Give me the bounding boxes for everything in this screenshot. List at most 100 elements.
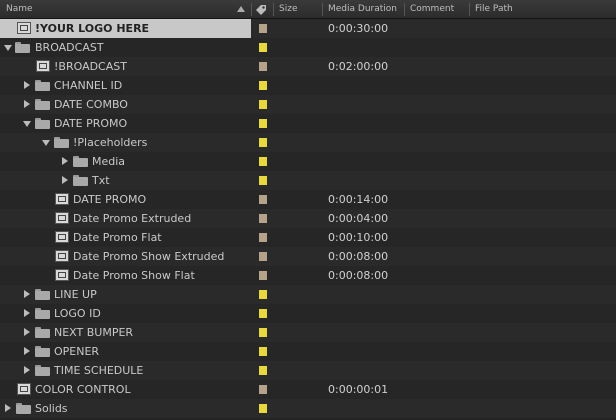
item-name: !BROADCAST — [54, 60, 127, 73]
label-color-swatch[interactable] — [259, 157, 267, 166]
project-item-broadcast-comp[interactable]: !BROADCAST 0:02:00:00 — [0, 57, 616, 76]
project-item-broadcast-folder[interactable]: BROADCAST — [0, 38, 616, 57]
column-divider[interactable] — [322, 3, 323, 16]
label-color-swatch[interactable] — [259, 271, 267, 280]
project-item-logo-id-folder[interactable]: LOGO ID — [0, 304, 616, 323]
folder-icon — [35, 289, 50, 300]
composition-icon — [36, 60, 50, 72]
label-tag-icon[interactable] — [255, 4, 267, 16]
folder-icon — [16, 403, 31, 414]
project-item-date-promo-show-extruded[interactable]: Date Promo Show Extruded 0:00:08:00 — [0, 247, 616, 266]
label-color-swatch[interactable] — [259, 43, 267, 52]
project-item-color-control-comp[interactable]: COLOR CONTROL 0:00:00:01 — [0, 380, 616, 399]
label-color-swatch[interactable] — [259, 119, 267, 128]
label-color-swatch[interactable] — [259, 233, 267, 242]
label-color-swatch[interactable] — [259, 62, 267, 71]
label-color-swatch[interactable] — [259, 138, 267, 147]
label-color-swatch[interactable] — [259, 195, 267, 204]
label-color-swatch[interactable] — [259, 252, 267, 261]
label-color-swatch[interactable] — [259, 347, 267, 356]
project-item-date-promo-flat[interactable]: Date Promo Flat 0:00:10:00 — [0, 228, 616, 247]
expand-triangle-icon[interactable] — [5, 404, 11, 412]
project-item-date-promo-extruded[interactable]: Date Promo Extruded 0:00:04:00 — [0, 209, 616, 228]
column-divider[interactable] — [469, 3, 470, 16]
project-item-date-promo-comp[interactable]: DATE PROMO 0:00:14:00 — [0, 190, 616, 209]
project-item-line-up-folder[interactable]: LINE UP — [0, 285, 616, 304]
project-item-your-logo-here[interactable]: !YOUR LOGO HERE 0:00:30:00 — [0, 19, 616, 38]
project-item-next-bumper-folder[interactable]: NEXT BUMPER — [0, 323, 616, 342]
composition-icon — [55, 212, 69, 224]
item-name: COLOR CONTROL — [35, 383, 131, 396]
column-size[interactable]: Size — [279, 0, 319, 19]
folder-icon — [35, 346, 50, 357]
folder-icon — [35, 327, 50, 338]
folder-icon — [35, 80, 50, 91]
label-color-swatch[interactable] — [259, 290, 267, 299]
project-item-txt-folder[interactable]: Txt — [0, 171, 616, 190]
project-item-date-promo-show-flat[interactable]: Date Promo Show Flat 0:00:08:00 — [0, 266, 616, 285]
label-color-swatch[interactable] — [259, 385, 267, 394]
item-name: DATE PROMO — [54, 117, 128, 130]
folder-icon — [73, 156, 88, 167]
expand-triangle-icon[interactable] — [24, 328, 30, 336]
label-color-swatch[interactable] — [259, 309, 267, 318]
item-name: Txt — [92, 174, 110, 187]
item-name: LINE UP — [54, 288, 97, 301]
project-item-solids-folder[interactable]: Solids — [0, 399, 616, 418]
composition-icon — [55, 231, 69, 243]
column-media-duration[interactable]: Media Duration — [328, 0, 403, 19]
item-name: CHANNEL ID — [54, 79, 123, 92]
composition-icon — [55, 193, 69, 205]
expand-triangle-icon[interactable] — [24, 100, 30, 108]
folder-icon — [35, 308, 50, 319]
label-color-swatch[interactable] — [259, 328, 267, 337]
label-color-swatch[interactable] — [259, 100, 267, 109]
project-item-date-combo-folder[interactable]: DATE COMBO — [0, 95, 616, 114]
expand-triangle-icon[interactable] — [24, 366, 30, 374]
folder-icon — [35, 99, 50, 110]
expand-triangle-icon[interactable] — [42, 140, 50, 146]
item-name: BROADCAST — [35, 41, 104, 54]
media-duration: 0:00:30:00 — [328, 22, 389, 35]
composition-icon — [17, 383, 31, 395]
label-color-swatch[interactable] — [259, 404, 267, 413]
item-name: DATE COMBO — [54, 98, 128, 111]
composition-icon — [55, 250, 69, 262]
project-item-opener-folder[interactable]: OPENER — [0, 342, 616, 361]
column-file-path[interactable]: File Path — [475, 0, 555, 19]
column-divider[interactable] — [251, 3, 252, 16]
expand-triangle-icon[interactable] — [23, 121, 31, 127]
expand-triangle-icon[interactable] — [4, 45, 12, 51]
label-color-swatch[interactable] — [259, 176, 267, 185]
column-name[interactable]: Name — [6, 0, 226, 19]
sort-ascending-icon[interactable] — [237, 6, 245, 12]
item-name: Media — [92, 155, 126, 168]
project-item-channel-id-folder[interactable]: CHANNEL ID — [0, 76, 616, 95]
project-item-media-folder[interactable]: Media — [0, 152, 616, 171]
project-item-time-schedule-folder[interactable]: TIME SCHEDULE — [0, 361, 616, 380]
column-header: Name Size Media Duration Comment File Pa… — [0, 0, 616, 19]
expand-triangle-icon[interactable] — [24, 347, 30, 355]
item-name: Date Promo Show Extruded — [73, 250, 225, 263]
label-color-swatch[interactable] — [259, 24, 267, 33]
expand-triangle-icon[interactable] — [24, 81, 30, 89]
media-duration: 0:00:14:00 — [328, 193, 389, 206]
folder-icon — [35, 365, 50, 376]
label-color-swatch[interactable] — [259, 214, 267, 223]
expand-triangle-icon[interactable] — [24, 290, 30, 298]
column-divider[interactable] — [404, 3, 405, 16]
project-item-date-promo-folder[interactable]: DATE PROMO — [0, 114, 616, 133]
column-comment[interactable]: Comment — [410, 0, 468, 19]
expand-triangle-icon[interactable] — [24, 309, 30, 317]
expand-triangle-icon[interactable] — [62, 157, 68, 165]
label-color-swatch[interactable] — [259, 366, 267, 375]
expand-triangle-icon[interactable] — [62, 176, 68, 184]
label-color-swatch[interactable] — [259, 81, 267, 90]
item-name: Date Promo Show Flat — [73, 269, 195, 282]
composition-icon — [17, 22, 31, 34]
folder-icon — [73, 175, 88, 186]
project-panel: Name Size Media Duration Comment File Pa… — [0, 0, 616, 420]
project-item-placeholders-folder[interactable]: !Placeholders — [0, 133, 616, 152]
item-name: !Placeholders — [73, 136, 148, 149]
column-divider[interactable] — [273, 3, 274, 16]
